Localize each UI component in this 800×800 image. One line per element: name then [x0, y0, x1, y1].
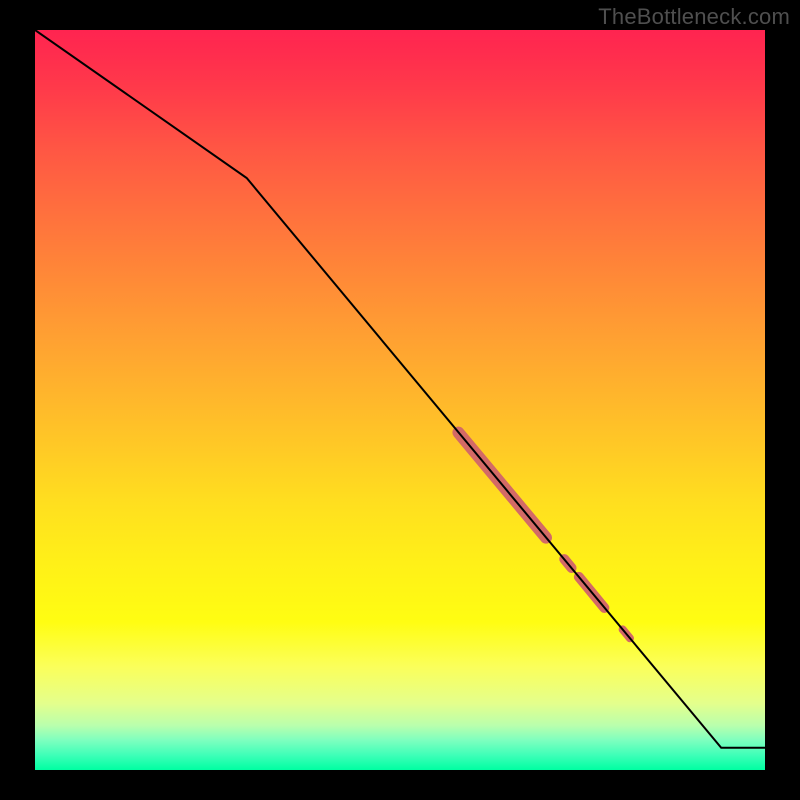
- chart-svg: [35, 30, 765, 770]
- main-curve: [35, 30, 765, 748]
- attribution-text: TheBottleneck.com: [598, 4, 790, 30]
